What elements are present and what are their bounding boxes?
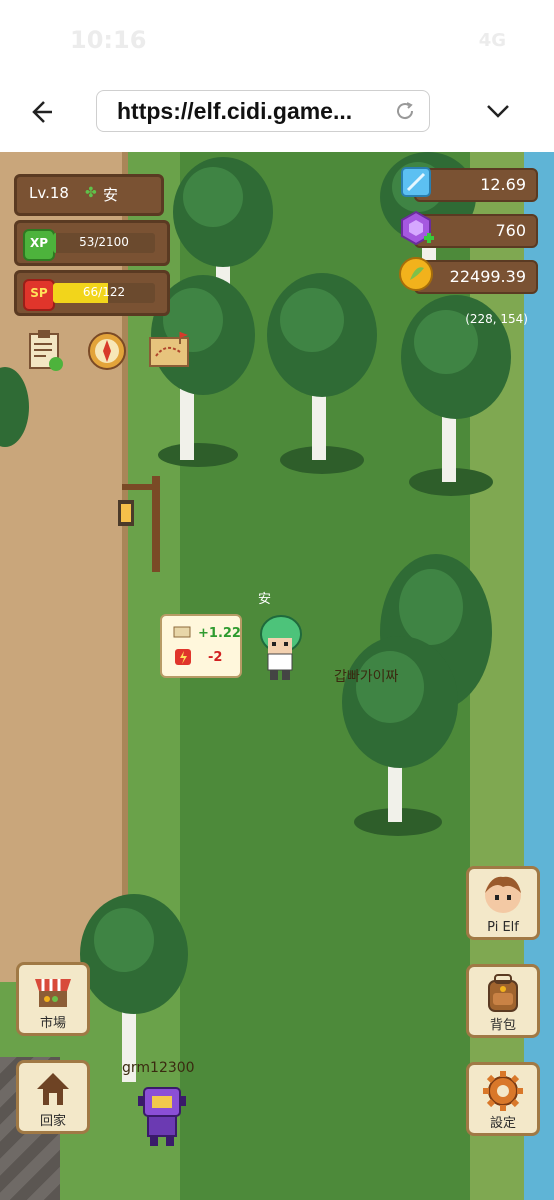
coordinates: (228, 154) — [465, 312, 528, 326]
birch-tree — [0, 367, 29, 447]
url-bar[interactable]: https://elf.cidi.game... — [96, 90, 430, 132]
gold-coin-icon — [399, 257, 433, 291]
browser-toolbar: https://elf.cidi.game... — [0, 80, 554, 153]
player-name-tag: 安 — [258, 592, 272, 607]
gem-value: 760 — [495, 221, 526, 240]
status-bar: 10:16 4G — [0, 0, 554, 80]
status-time: 10:16 — [70, 26, 147, 54]
gain-text: +1.22 — [198, 626, 241, 641]
home-label: 回家 — [39, 1114, 66, 1129]
birch-tree — [80, 894, 188, 1082]
settings-label: 設定 — [489, 1116, 516, 1131]
network-indicator: 4G — [478, 30, 506, 51]
reward-bubble: +1.22 -2 — [160, 614, 242, 678]
game-canvas[interactable]: Lv.18 ✤ 安 XP 53/2100 SP 66/122 12.69 760… — [0, 152, 554, 1200]
backpack-label: 背包 — [489, 1018, 516, 1033]
scroll-icon — [173, 626, 191, 638]
market-button[interactable]: 市場 — [16, 962, 90, 1036]
home-button[interactable]: 回家 — [16, 1060, 90, 1134]
pi-elf-button[interactable]: Pi Elf — [466, 866, 540, 940]
sp-icon — [175, 649, 191, 665]
house-icon — [37, 1073, 69, 1105]
xp-bar: XP 53/2100 — [14, 220, 170, 266]
crystal-value: 12.69 — [480, 175, 526, 194]
player-character[interactable] — [256, 612, 306, 684]
reload-icon[interactable] — [393, 99, 417, 123]
coin-value: 22499.39 — [449, 267, 526, 286]
crystal-counter: 12.69 — [401, 167, 538, 202]
clipboard-icon[interactable] — [22, 328, 68, 374]
lamp-post — [118, 476, 160, 572]
xp-text: 53/2100 — [79, 235, 129, 249]
birch-tree — [267, 273, 377, 474]
sp-cost-text: -2 — [208, 650, 223, 665]
other-player-name: grm12300 — [122, 1060, 195, 1076]
backpack-button[interactable]: 背包 — [466, 964, 540, 1038]
xp-icon: XP — [23, 229, 55, 261]
other-player-character[interactable] — [136, 1082, 188, 1150]
other-player-name: 갑빠가이짜 — [334, 669, 399, 685]
clover-icon: ✤ — [85, 185, 97, 201]
sp-icon: SP — [23, 279, 55, 311]
treasure-map-icon[interactable] — [146, 328, 192, 374]
elf-portrait-icon — [485, 876, 521, 913]
compass-icon[interactable] — [84, 328, 130, 374]
river — [524, 152, 554, 1200]
sp-text: 66/122 — [82, 285, 126, 299]
market-stall-icon — [35, 979, 71, 1007]
market-label: 市場 — [39, 1016, 66, 1031]
pi-elf-label: Pi Elf — [487, 920, 519, 935]
level-panel: Lv.18 ✤ 安 — [14, 174, 164, 216]
birch-tree — [342, 636, 458, 836]
blue-crystal-icon — [401, 167, 431, 197]
settings-button[interactable]: 設定 — [466, 1062, 540, 1136]
gem-counter[interactable]: 760 — [401, 210, 538, 248]
level-label: Lv.18 — [29, 184, 69, 202]
back-arrow-icon[interactable] — [24, 96, 56, 128]
player-name-label: 安 — [103, 186, 119, 204]
url-text: https://elf.cidi.game... — [117, 98, 353, 124]
sp-bar: SP 66/122 — [14, 270, 170, 316]
chevron-down-icon[interactable] — [484, 98, 512, 122]
coin-counter: 22499.39 — [399, 257, 538, 294]
backpack-icon — [488, 974, 518, 1012]
gear-icon — [483, 1071, 523, 1111]
purple-gem-icon — [401, 210, 434, 246]
